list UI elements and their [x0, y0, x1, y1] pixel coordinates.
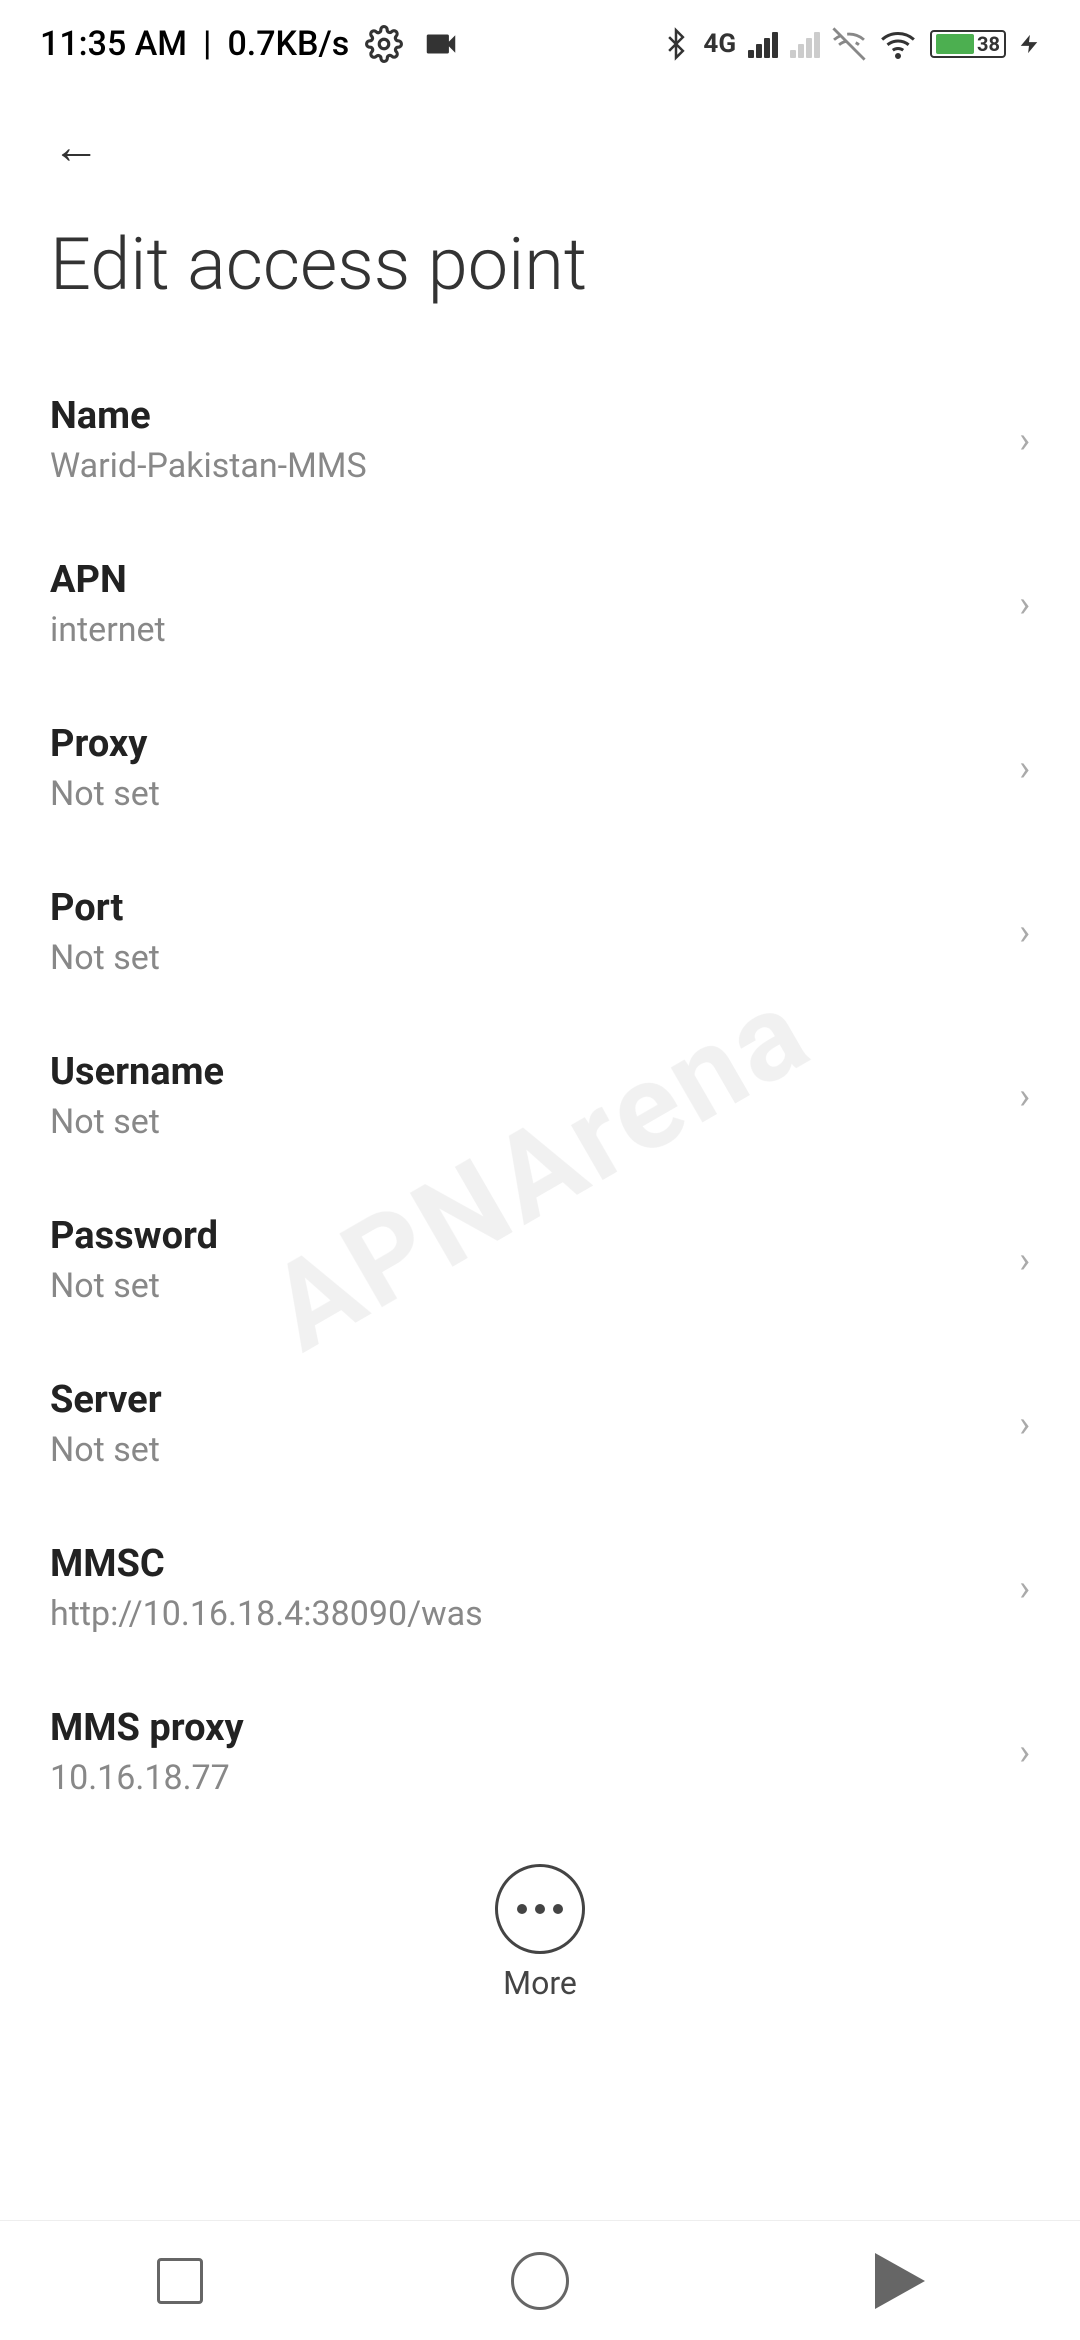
- settings-item-password[interactable]: Password Not set ›: [0, 1178, 1080, 1342]
- nav-square-icon: [157, 2258, 203, 2304]
- camera-icon: [419, 25, 463, 63]
- back-arrow-icon: ←: [52, 118, 100, 175]
- more-dots-icon: [517, 1904, 563, 1914]
- settings-item-value-apn: internet: [50, 610, 999, 650]
- settings-item-label-password: Password: [50, 1214, 999, 1258]
- settings-item-content-password: Password Not set: [50, 1214, 999, 1306]
- settings-item-content-username: Username Not set: [50, 1050, 999, 1142]
- nav-recents-button[interactable]: [140, 2241, 220, 2321]
- settings-item-value-username: Not set: [50, 1102, 999, 1142]
- settings-item-proxy[interactable]: Proxy Not set ›: [0, 686, 1080, 850]
- settings-item-content-proxy: Proxy Not set: [50, 722, 999, 814]
- dot-3: [553, 1904, 563, 1914]
- settings-item-name[interactable]: Name Warid-Pakistan-MMS ›: [0, 358, 1080, 522]
- settings-item-label-server: Server: [50, 1378, 999, 1422]
- chevron-right-icon-server: ›: [1019, 1403, 1030, 1445]
- status-right-icons: 4G 38: [661, 25, 1040, 63]
- settings-item-content-mmsc: MMSC http://10.16.18.4:38090/was: [50, 1542, 999, 1634]
- nav-circle-icon: [511, 2252, 569, 2310]
- status-separator: |: [203, 24, 211, 64]
- settings-item-label-mmsc: MMSC: [50, 1542, 999, 1586]
- settings-item-server[interactable]: Server Not set ›: [0, 1342, 1080, 1506]
- chevron-right-icon-name: ›: [1019, 419, 1030, 461]
- network-4g-icon: 4G: [703, 29, 736, 59]
- chevron-right-icon-mms-proxy: ›: [1019, 1731, 1030, 1773]
- dot-1: [517, 1904, 527, 1914]
- settings-item-content-apn: APN internet: [50, 558, 999, 650]
- bluetooth-icon: [661, 25, 691, 63]
- chevron-right-icon-proxy: ›: [1019, 747, 1030, 789]
- chevron-right-icon-port: ›: [1019, 911, 1030, 953]
- settings-item-label-apn: APN: [50, 558, 999, 602]
- signal-bars-2: [790, 30, 820, 58]
- settings-item-value-name: Warid-Pakistan-MMS: [50, 446, 999, 486]
- chevron-right-icon-username: ›: [1019, 1075, 1030, 1117]
- settings-item-mms-proxy[interactable]: MMS proxy 10.16.18.77 ›: [0, 1670, 1080, 1834]
- battery-percent: 38: [977, 32, 1000, 56]
- settings-item-value-proxy: Not set: [50, 774, 999, 814]
- settings-item-label-mms-proxy: MMS proxy: [50, 1706, 999, 1750]
- settings-item-content-name: Name Warid-Pakistan-MMS: [50, 394, 999, 486]
- toolbar: ←: [0, 80, 1080, 202]
- settings-item-label-username: Username: [50, 1050, 999, 1094]
- settings-item-value-password: Not set: [50, 1266, 999, 1306]
- status-time: 11:35 AM: [40, 24, 187, 64]
- settings-item-label-proxy: Proxy: [50, 722, 999, 766]
- dot-2: [535, 1904, 545, 1914]
- back-button[interactable]: ←: [40, 110, 112, 182]
- settings-item-label-name: Name: [50, 394, 999, 438]
- status-time-speed: 11:35 AM | 0.7KB/s: [40, 24, 463, 64]
- nav-home-button[interactable]: [500, 2241, 580, 2321]
- settings-icon: [365, 25, 403, 63]
- settings-item-port[interactable]: Port Not set ›: [0, 850, 1080, 1014]
- nav-bar: [0, 2220, 1080, 2340]
- wifi-icon: [878, 26, 918, 62]
- more-section: More: [0, 1834, 1080, 2022]
- settings-item-username[interactable]: Username Not set ›: [0, 1014, 1080, 1178]
- settings-item-content-port: Port Not set: [50, 886, 999, 978]
- battery-fill: [936, 34, 974, 54]
- battery-indicator: 38: [930, 30, 1006, 58]
- status-speed: 0.7KB/s: [227, 24, 349, 64]
- chevron-right-icon-mmsc: ›: [1019, 1567, 1030, 1609]
- nav-triangle-icon: [875, 2253, 925, 2309]
- nav-back-button[interactable]: [860, 2241, 940, 2321]
- settings-item-value-mms-proxy: 10.16.18.77: [50, 1758, 999, 1798]
- charge-icon: [1018, 25, 1040, 63]
- chevron-right-icon-password: ›: [1019, 1239, 1030, 1281]
- signal-bars-1: [748, 30, 778, 58]
- settings-item-content-server: Server Not set: [50, 1378, 999, 1470]
- page-title: Edit access point: [0, 202, 1080, 358]
- settings-item-value-port: Not set: [50, 938, 999, 978]
- settings-item-label-port: Port: [50, 886, 999, 930]
- more-label: More: [503, 1964, 577, 2002]
- settings-item-value-mmsc: http://10.16.18.4:38090/was: [50, 1594, 999, 1634]
- settings-item-mmsc[interactable]: MMSC http://10.16.18.4:38090/was ›: [0, 1506, 1080, 1670]
- settings-item-apn[interactable]: APN internet ›: [0, 522, 1080, 686]
- status-bar: 11:35 AM | 0.7KB/s 4G: [0, 0, 1080, 80]
- settings-item-value-server: Not set: [50, 1430, 999, 1470]
- more-button[interactable]: [495, 1864, 585, 1954]
- settings-item-content-mms-proxy: MMS proxy 10.16.18.77: [50, 1706, 999, 1798]
- settings-list: Name Warid-Pakistan-MMS › APN internet ›…: [0, 358, 1080, 1834]
- chevron-right-icon-apn: ›: [1019, 583, 1030, 625]
- no-signal-icon: [832, 27, 866, 61]
